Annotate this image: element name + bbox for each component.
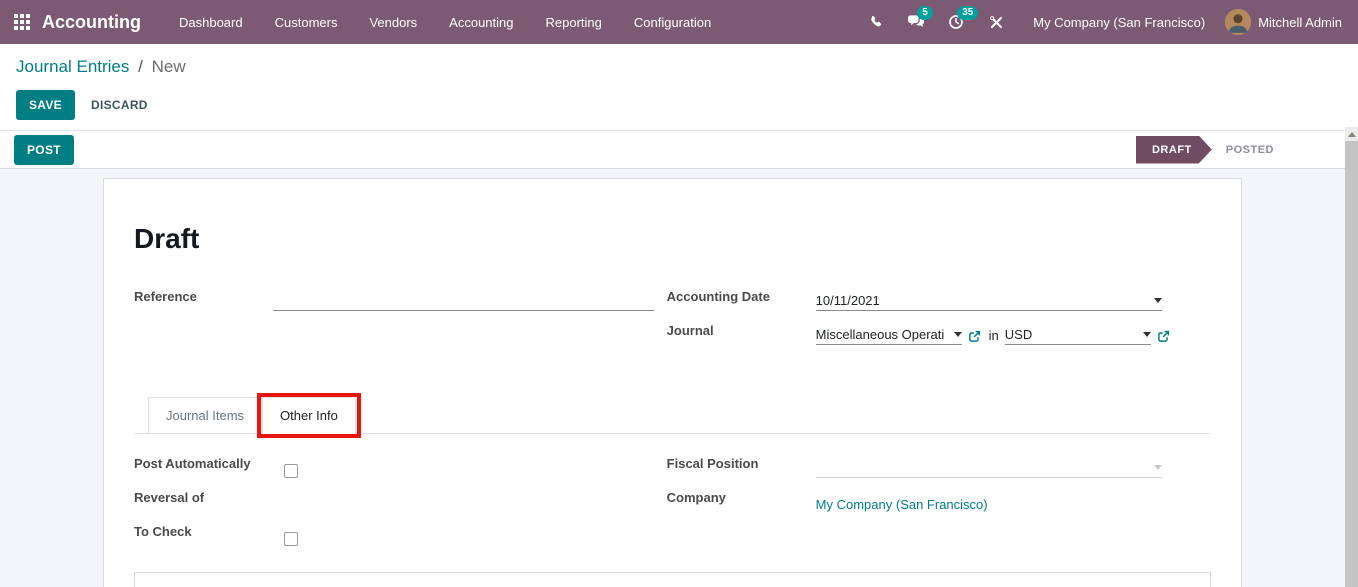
reference-row: Reference: [134, 289, 654, 311]
breadcrumb-new: New: [152, 57, 186, 76]
save-button[interactable]: SAVE: [16, 90, 75, 120]
post-automatically-row: Post Automatically: [134, 456, 654, 478]
breadcrumb: Journal Entries / New: [16, 57, 1342, 77]
journal-select[interactable]: Miscellaneous Operations: [816, 327, 962, 345]
menu-item-customers[interactable]: Customers: [259, 0, 354, 44]
content-area: Draft Reference Accounting Date 10/11/2: [0, 169, 1358, 587]
control-panel-buttons: SAVE DISCARD: [16, 90, 1342, 120]
currency-external-link-icon[interactable]: [1157, 330, 1170, 345]
to-check-label: To Check: [134, 524, 284, 539]
accounting-date-row: Accounting Date 10/11/2021: [667, 289, 1211, 311]
top-navbar: Accounting Dashboard Customers Vendors A…: [0, 0, 1358, 44]
header-fields: Reference Accounting Date 10/11/2021: [134, 289, 1211, 357]
apps-grid-icon[interactable]: [14, 14, 30, 30]
tab-other-info[interactable]: Other Info: [262, 397, 356, 434]
accounting-date-label: Accounting Date: [667, 289, 816, 304]
menu-item-configuration[interactable]: Configuration: [618, 0, 727, 44]
phone-icon-glyph: [869, 15, 884, 30]
fiscal-position-value: [816, 460, 1148, 475]
journal-value: Miscellaneous Operations: [816, 327, 944, 342]
currency-select[interactable]: USD: [1005, 327, 1151, 345]
menu-item-reporting[interactable]: Reporting: [530, 0, 618, 44]
accounting-date-input[interactable]: 10/11/2021: [816, 293, 1162, 311]
vertical-scrollbar[interactable]: [1345, 127, 1358, 587]
journal-external-link-icon[interactable]: [968, 330, 981, 345]
company-value[interactable]: My Company (San Francisco): [816, 497, 988, 512]
tab-journal-items[interactable]: Journal Items: [148, 397, 262, 433]
to-check-checkbox[interactable]: [284, 532, 298, 546]
control-panel: Journal Entries / New SAVE DISCARD: [0, 44, 1358, 130]
journal-row: Journal Miscellaneous Operations in USD: [667, 323, 1211, 345]
scrollbar-up-arrow[interactable]: [1345, 127, 1358, 141]
form-statusbar: POST DRAFT POSTED: [0, 130, 1358, 169]
chevron-down-icon[interactable]: [1154, 298, 1162, 303]
breadcrumb-separator: /: [138, 57, 143, 76]
journal-label: Journal: [667, 323, 816, 338]
chevron-down-icon[interactable]: [1143, 332, 1151, 337]
company-switcher[interactable]: My Company (San Francisco): [1019, 15, 1219, 30]
tools-glyph: [989, 15, 1004, 30]
fiscal-position-label: Fiscal Position: [667, 456, 816, 471]
chevron-down-icon: [1154, 465, 1162, 470]
user-name: Mitchell Admin: [1258, 15, 1342, 30]
accounting-date-value: 10/11/2021: [816, 293, 880, 308]
menu-item-dashboard[interactable]: Dashboard: [163, 0, 259, 44]
reference-value: [273, 293, 654, 308]
reversal-of-label: Reversal of: [134, 490, 284, 505]
reference-label: Reference: [134, 289, 273, 304]
form-sheet: Draft Reference Accounting Date 10/11/2: [103, 178, 1242, 587]
phone-icon[interactable]: [859, 5, 893, 39]
other-info-pane: Post Automatically Reversal of To Check …: [134, 456, 1211, 558]
tools-icon[interactable]: [979, 5, 1013, 39]
company-row: Company My Company (San Francisco): [667, 490, 1211, 512]
avatar-glyph: [1225, 9, 1251, 35]
journal-connector: in: [989, 328, 999, 343]
notebook-tabs: Journal Items Other Info: [134, 397, 1211, 434]
navbar-systray: 5 35 My Company (San Francisco): [859, 5, 1344, 39]
status-steps: DRAFT POSTED: [1136, 136, 1288, 164]
currency-value: USD: [1005, 327, 1032, 342]
scrollbar-thumb[interactable]: [1345, 141, 1358, 587]
odoo-accounting-screen: Accounting Dashboard Customers Vendors A…: [0, 0, 1358, 587]
discard-button[interactable]: DISCARD: [91, 98, 148, 112]
internal-note-input[interactable]: [134, 572, 1211, 587]
post-button[interactable]: POST: [14, 135, 74, 165]
activities-icon[interactable]: 35: [939, 5, 973, 39]
user-menu[interactable]: Mitchell Admin: [1225, 9, 1344, 35]
to-check-row: To Check: [134, 524, 654, 546]
breadcrumb-journal-entries[interactable]: Journal Entries: [16, 57, 129, 76]
reference-input[interactable]: [273, 293, 654, 311]
status-posted[interactable]: POSTED: [1212, 136, 1288, 164]
status-draft[interactable]: DRAFT: [1136, 136, 1212, 164]
fiscal-position-input[interactable]: [816, 460, 1162, 478]
messages-icon[interactable]: 5: [899, 5, 933, 39]
reversal-of-row: Reversal of: [134, 490, 654, 512]
post-automatically-label: Post Automatically: [134, 456, 284, 471]
tab-other-info-label: Other Info: [280, 408, 338, 423]
menu-item-accounting[interactable]: Accounting: [433, 0, 529, 44]
post-automatically-checkbox[interactable]: [284, 464, 298, 478]
fiscal-position-row: Fiscal Position: [667, 456, 1211, 478]
main-menu: Dashboard Customers Vendors Accounting R…: [163, 0, 727, 44]
chevron-down-icon[interactable]: [954, 332, 962, 337]
app-title[interactable]: Accounting: [42, 12, 141, 33]
activities-badge: 35: [957, 6, 978, 20]
record-title: Draft: [134, 223, 1211, 255]
menu-item-vendors[interactable]: Vendors: [353, 0, 433, 44]
user-avatar: [1225, 9, 1251, 35]
messages-badge: 5: [917, 6, 933, 20]
company-label: Company: [667, 490, 816, 505]
